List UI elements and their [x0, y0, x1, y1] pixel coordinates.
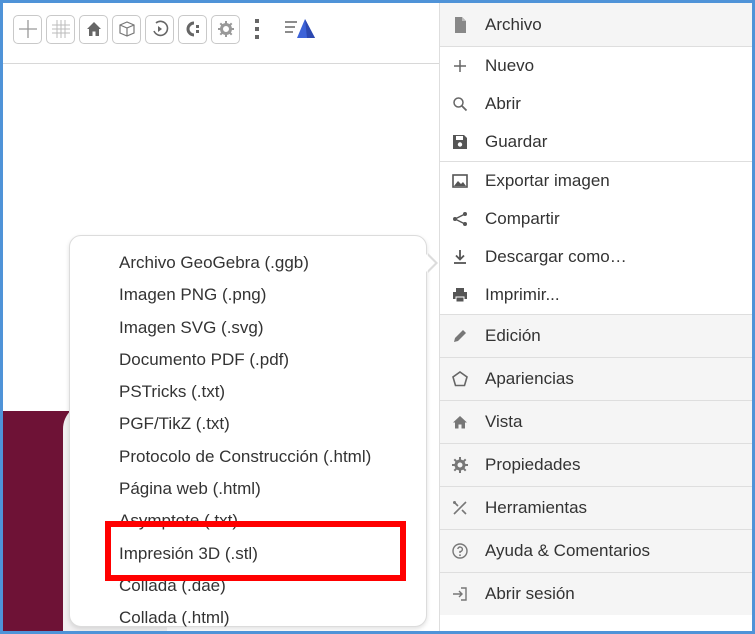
file-icon [449, 14, 471, 36]
menu-item-imprimir[interactable]: Imprimir... [440, 276, 752, 314]
projection-button[interactable] [178, 14, 207, 44]
standard-view-button[interactable] [79, 14, 108, 44]
menu-group-ayuda[interactable]: Ayuda & Comentarios [440, 529, 752, 572]
download-construction-protocol-item[interactable]: Protocolo de Construcción (.html) [70, 441, 426, 473]
menu-item-label: Exportar imagen [485, 170, 610, 190]
pentagon-icon [449, 368, 471, 390]
projection-icon [186, 21, 199, 37]
download-pgf-tikz-item[interactable]: PGF/TikZ (.txt) [70, 408, 426, 440]
download-ggb-item[interactable]: Archivo GeoGebra (.ggb) [70, 247, 426, 279]
gear-icon [449, 454, 471, 476]
menu-group-apariencias[interactable]: Apariencias [440, 357, 752, 400]
menu-group-label: Vista [485, 412, 523, 431]
menu-item-label: Compartir [485, 208, 560, 228]
menu-group-propiedades[interactable]: Propiedades [440, 443, 752, 486]
save-icon [449, 131, 471, 153]
graphics-toolbar [13, 13, 320, 45]
plus-icon [449, 55, 471, 77]
menu-item-guardar[interactable]: Guardar [440, 123, 752, 161]
menu-item-abrir[interactable]: Abrir [440, 85, 752, 123]
main-menu-button[interactable] [280, 15, 320, 44]
menu-triangle-icon [285, 19, 315, 38]
rotate-icon [152, 20, 168, 37]
menu-item-nuevo[interactable]: Nuevo [440, 47, 752, 85]
menu-group-label: Apariencias [485, 369, 574, 388]
home-icon [449, 411, 471, 433]
vertical-dots-icon [255, 19, 259, 39]
menu-group-edicion[interactable]: Edición [440, 314, 752, 357]
menu-group-label: Herramientas [485, 498, 588, 517]
axes-icon [18, 20, 37, 38]
print-icon [449, 284, 471, 306]
help-icon [449, 540, 471, 562]
menu-item-label: Descargar como… [485, 246, 627, 266]
submenu-pointer-fill [426, 254, 435, 272]
tools-icon [449, 497, 471, 519]
download-webpage-item[interactable]: Página web (.html) [70, 473, 426, 505]
menu-group-abrir-sesion[interactable]: Abrir sesión [440, 572, 752, 615]
download-png-item[interactable]: Imagen PNG (.png) [70, 279, 426, 311]
menu-item-descargar-como[interactable]: Descargar como… [440, 238, 752, 276]
download-icon [449, 246, 471, 268]
menu-item-label: Abrir [485, 93, 521, 113]
menu-group-label: Abrir sesión [485, 584, 575, 603]
axes-button[interactable] [13, 14, 42, 44]
grid-icon [51, 20, 70, 38]
download-svg-item[interactable]: Imagen SVG (.svg) [70, 312, 426, 344]
home-icon [86, 22, 101, 36]
download-collada-html-item[interactable]: Collada (.html) [70, 602, 426, 631]
view-cube-button[interactable] [112, 14, 141, 44]
menu-item-label: Imprimir... [485, 284, 560, 304]
menu-item-exportar-imagen[interactable]: Exportar imagen [440, 162, 752, 200]
grid-button[interactable] [46, 14, 75, 44]
view-divider [3, 63, 439, 64]
pencil-icon [449, 325, 471, 347]
highlight-box [105, 521, 406, 581]
more-options-button[interactable] [250, 15, 264, 44]
sign-in-icon [449, 583, 471, 605]
menu-group-herramientas[interactable]: Herramientas [440, 486, 752, 529]
main-menu: Archivo Nuevo Abrir Guardar Exportar ima… [439, 3, 752, 631]
menu-group-archivo[interactable]: Archivo [440, 3, 752, 47]
share-icon [449, 208, 471, 230]
settings-button[interactable] [211, 14, 240, 44]
menu-group-vista[interactable]: Vista [440, 400, 752, 443]
geogebra-window: Archivo GeoGebra (.ggb) Imagen PNG (.png… [0, 0, 755, 634]
search-icon [449, 93, 471, 115]
download-pstricks-item[interactable]: PSTricks (.txt) [70, 376, 426, 408]
rotate-view-button[interactable] [145, 14, 174, 44]
gear-icon [217, 21, 234, 37]
menu-group-label: Ayuda & Comentarios [485, 541, 651, 560]
cube-icon [118, 21, 135, 37]
menu-item-compartir[interactable]: Compartir [440, 200, 752, 238]
download-pdf-item[interactable]: Documento PDF (.pdf) [70, 344, 426, 376]
menu-item-label: Nuevo [485, 55, 535, 75]
menu-group-label: Archivo [485, 14, 542, 34]
image-icon [449, 170, 471, 192]
menu-group-label: Propiedades [485, 455, 581, 474]
menu-item-label: Guardar [485, 131, 548, 151]
menu-group-label: Edición [485, 326, 541, 345]
